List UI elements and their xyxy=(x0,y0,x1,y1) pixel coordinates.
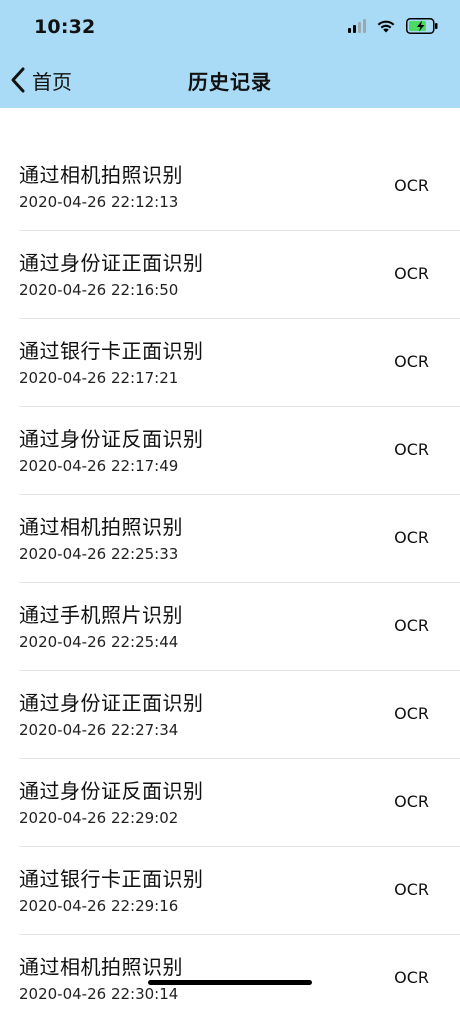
record-title: 通过身份证反面识别 xyxy=(19,779,204,803)
list-item[interactable]: 通过手机照片识别 2020-04-26 22:25:44 OCR xyxy=(19,583,460,671)
record-title: 通过身份证反面识别 xyxy=(19,427,204,451)
cellular-signal-icon xyxy=(348,19,366,33)
top-bar: 10:32 首页 历史记录 xyxy=(0,0,460,108)
record-time: 2020-04-26 22:17:21 xyxy=(19,369,179,387)
record-badge: OCR xyxy=(394,968,429,987)
page-title: 历史记录 xyxy=(188,70,272,94)
record-badge: OCR xyxy=(394,440,429,459)
list-item[interactable]: 通过相机拍照识别 2020-04-26 22:12:13 OCR xyxy=(19,143,460,231)
list-item[interactable]: 通过身份证反面识别 2020-04-26 22:29:02 OCR xyxy=(19,759,460,847)
record-time: 2020-04-26 22:17:49 xyxy=(19,457,179,475)
record-time: 2020-04-26 22:25:44 xyxy=(19,633,179,651)
record-badge: OCR xyxy=(394,880,429,899)
record-time: 2020-04-26 22:29:16 xyxy=(19,897,179,915)
record-time: 2020-04-26 22:25:33 xyxy=(19,545,179,563)
record-badge: OCR xyxy=(394,704,429,723)
record-title: 通过手机照片识别 xyxy=(19,603,183,627)
wifi-icon xyxy=(377,20,395,33)
list-item[interactable]: 通过相机拍照识别 2020-04-26 22:25:33 OCR xyxy=(19,495,460,583)
record-badge: OCR xyxy=(394,528,429,547)
list-item[interactable]: 通过银行卡正面识别 2020-04-26 22:29:16 OCR xyxy=(19,847,460,935)
navigation-bar: 首页 历史记录 xyxy=(0,52,460,108)
list-item[interactable]: 通过身份证反面识别 2020-04-26 22:17:49 OCR xyxy=(19,407,460,495)
list-item[interactable]: 通过身份证正面识别 2020-04-26 22:27:34 OCR xyxy=(19,671,460,759)
record-badge: OCR xyxy=(394,616,429,635)
record-title: 通过相机拍照识别 xyxy=(19,515,183,539)
record-title: 通过身份证正面识别 xyxy=(19,251,204,275)
record-badge: OCR xyxy=(394,352,429,371)
record-badge: OCR xyxy=(394,176,429,195)
status-time: 10:32 xyxy=(34,16,96,38)
list-item[interactable]: 通过相机拍照识别 2020-04-26 22:30:14 OCR xyxy=(19,935,460,1022)
record-time: 2020-04-26 22:29:02 xyxy=(19,809,179,827)
home-indicator[interactable] xyxy=(148,980,312,985)
status-icons xyxy=(348,18,438,34)
battery-charging-icon xyxy=(406,18,438,34)
history-list: 通过相机拍照识别 2020-04-26 22:12:13 OCR 通过身份证正面… xyxy=(0,143,460,1022)
status-bar: 10:32 xyxy=(0,0,460,52)
record-time: 2020-04-26 22:12:13 xyxy=(19,193,179,211)
list-item[interactable]: 通过身份证正面识别 2020-04-26 22:16:50 OCR xyxy=(19,231,460,319)
record-title: 通过相机拍照识别 xyxy=(19,163,183,187)
record-time: 2020-04-26 22:27:34 xyxy=(19,721,179,739)
record-time: 2020-04-26 22:16:50 xyxy=(19,281,179,299)
record-title: 通过银行卡正面识别 xyxy=(19,867,204,891)
record-badge: OCR xyxy=(394,264,429,283)
record-time: 2020-04-26 22:30:14 xyxy=(19,985,179,1003)
record-title: 通过相机拍照识别 xyxy=(19,955,183,979)
record-badge: OCR xyxy=(394,792,429,811)
list-item[interactable]: 通过银行卡正面识别 2020-04-26 22:17:21 OCR xyxy=(19,319,460,407)
record-title: 通过银行卡正面识别 xyxy=(19,339,204,363)
record-title: 通过身份证正面识别 xyxy=(19,691,204,715)
